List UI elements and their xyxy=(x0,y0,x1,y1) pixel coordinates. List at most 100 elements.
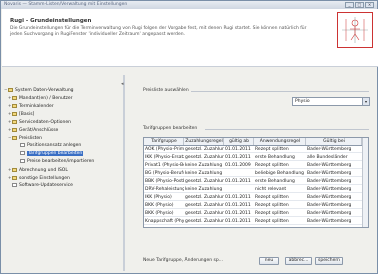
table-row[interactable]: AOK (Physio-Primärkasse) gesetzl. Zuzahl… xyxy=(144,146,368,153)
document-icon xyxy=(20,142,25,147)
cell-gueltig: 01.01.2011 xyxy=(225,211,251,216)
section-divider xyxy=(191,91,369,92)
cell-tarifgruppe: BBK (Physio-Postbeamte) xyxy=(145,179,184,184)
cell-gueltig-bei: Bader-Württemberg xyxy=(307,163,352,168)
preisliste-selected: Physio xyxy=(295,99,310,104)
column-header[interactable]: Gültig bei xyxy=(306,138,362,145)
cell-gueltig: 01.01.2011 xyxy=(225,219,251,224)
tree-item-label: Software-Updateservice xyxy=(19,183,73,188)
cell-gueltig-bei: Bader-Württemberg xyxy=(307,187,352,192)
column-header[interactable]: Anwendungsregel xyxy=(254,138,306,145)
table-row[interactable]: IKK (Physio-Ersatzkasse) gesetzl. Zuzahl… xyxy=(144,154,368,161)
app-window: Novaris — Stamm-Listen/Verwaltung mit Ei… xyxy=(0,0,378,274)
table-header: Tarifgruppe Zuzahlungsregel gültig ab An… xyxy=(144,138,368,146)
cell-gueltig-bei: Bader-Württemberg xyxy=(307,179,352,184)
cell-anwendung: nicht relevant xyxy=(255,187,287,192)
folder-icon xyxy=(12,135,17,140)
collapse-arrow-icon[interactable]: ◂ xyxy=(121,81,124,87)
chevron-down-icon[interactable]: ▾ xyxy=(362,98,369,105)
tree-item-label: Preise bearbeiten/importieren xyxy=(27,159,95,164)
cell-anwendung: erste Behandlung xyxy=(255,155,295,160)
maximize-button[interactable]: □ xyxy=(355,2,364,8)
logo-icon xyxy=(337,12,373,48)
cell-anwendung: Rezept splitten xyxy=(255,195,289,200)
folder-icon xyxy=(12,175,17,180)
tree-item-mandant[interactable]: + Mandant(en) / Benutzer xyxy=(8,94,73,101)
tree-item-preise[interactable]: Preise bearbeiten/importieren xyxy=(16,158,94,165)
tree-item-updateservice[interactable]: Software-Updateservice xyxy=(8,182,73,189)
cell-anwendung: beliebige Behandlung xyxy=(255,171,305,176)
save-button[interactable]: speichern xyxy=(315,257,343,265)
cell-tarifgruppe: Privat1 (Physio-Beihilfe) xyxy=(145,163,184,168)
cell-gueltig-bei: Bader-Württemberg xyxy=(307,203,352,208)
tree-item-tarifgruppen[interactable]: Tarifgruppen bearbeiten xyxy=(16,150,84,157)
tree-item-terminkalender[interactable]: + Terminkalender xyxy=(8,102,54,109)
cancel-button[interactable]: abbrec... xyxy=(285,257,312,265)
table-row[interactable]: IKK (Physio) gesetzl. Zuzahlung 01.01.20… xyxy=(144,194,368,201)
tree-item-servicedaten[interactable]: + Servicedaten-Optionen xyxy=(8,118,71,125)
header-panel: Rugi - Grundeinstellungen Die Grundeinst… xyxy=(2,9,378,67)
panel-splitter[interactable] xyxy=(123,75,125,271)
tree-item-basis[interactable]: + [Basis] xyxy=(8,110,34,117)
cell-gueltig: 01.01.2011 xyxy=(225,179,251,184)
tree-item-sonstige[interactable]: + sonstige Einstellungen xyxy=(8,174,70,181)
close-button[interactable]: × xyxy=(365,2,374,8)
table-scrollbar[interactable] xyxy=(362,138,368,227)
table-row[interactable]: Knappschaft (Physio) gesetzl. Zuzahlung … xyxy=(144,218,368,225)
new-button[interactable]: neu xyxy=(259,257,279,265)
table-row[interactable]: BKK (Physio) gesetzl. Zuzahlung 01.01.20… xyxy=(144,202,368,209)
folder-icon xyxy=(12,95,17,100)
folder-icon xyxy=(12,111,17,116)
cell-gueltig: 01.01.2011 xyxy=(225,155,251,160)
column-header[interactable]: Tarifgruppe xyxy=(144,138,184,145)
folder-icon xyxy=(12,119,17,124)
cell-zuzahlung: keine Zuzahlung xyxy=(185,187,223,192)
document-icon xyxy=(20,158,25,163)
folder-icon xyxy=(12,127,17,132)
table-row[interactable]: DRV-Rehaleistungen keine Zuzahlung nicht… xyxy=(144,186,368,193)
cell-tarifgruppe: Knappschaft (Physio) xyxy=(145,219,184,224)
cell-tarifgruppe: DRV-Rehaleistungen xyxy=(145,187,184,192)
table-row[interactable]: BKK (Physio) gesetzl. Zuzahlung 01.01.20… xyxy=(144,210,368,217)
cell-zuzahlung: gesetzl. Zuzahlung xyxy=(185,211,224,216)
cell-zuzahlung: keine Zuzahlung xyxy=(185,171,223,176)
column-header[interactable]: Zuzahlungsregel xyxy=(184,138,224,145)
window-title: Novaris — Stamm-Listen/Verwaltung mit Ei… xyxy=(4,2,128,7)
tree-item-geraete[interactable]: + Gerät/Anschlüsse xyxy=(8,126,58,133)
cell-anwendung: Rezept splitten xyxy=(255,147,289,152)
cell-zuzahlung: gesetzl. Zuzahlung xyxy=(185,219,224,224)
cell-zuzahlung: gesetzl. Zuzahlung xyxy=(185,179,224,184)
cell-gueltig: 01.01.2011 xyxy=(225,195,251,200)
tree-item-label: Gerät/Anschlüsse xyxy=(19,128,59,133)
section-divider xyxy=(205,129,369,130)
settings-tree: − System Daten-Verwaltung + Mandant(en) / … xyxy=(4,81,122,271)
column-header[interactable]: gültig ab xyxy=(224,138,254,145)
folder-icon xyxy=(12,167,17,172)
cell-gueltig: 01.01.2011 xyxy=(225,203,251,208)
cell-gueltig-bei: Bader-Württemberg xyxy=(307,147,352,152)
cell-zuzahlung: gesetzl. Zuzahlung xyxy=(185,195,224,200)
tree-item-label: System Daten-Verwaltung xyxy=(15,88,74,93)
tree-item-label: [Basis] xyxy=(19,112,35,117)
table-row[interactable]: BBK (Physio-Postbeamte) gesetzl. Zuzahlu… xyxy=(144,178,368,185)
cell-tarifgruppe: IKK (Physio-Ersatzkasse) xyxy=(145,155,184,160)
tree-item-system[interactable]: − System Daten-Verwaltung xyxy=(4,86,74,93)
page-description: Die Grundeinstellungen für die Terminver… xyxy=(10,26,307,37)
table-row[interactable]: Privat1 (Physio-Beihilfe) keine Zuzahlun… xyxy=(144,162,368,169)
cell-zuzahlung: gesetzl. Zuzahlung xyxy=(185,155,224,160)
table-row[interactable]: BG (Physio-Berufsgenossen.) keine Zuzahl… xyxy=(144,170,368,177)
tree-item-preislisten[interactable]: − Preislisten xyxy=(8,134,42,141)
minimize-button[interactable]: _ xyxy=(345,2,354,8)
cell-tarifgruppe: AOK (Physio-Primärkasse) xyxy=(145,147,184,152)
cell-anwendung: Rezept splitten xyxy=(255,211,289,216)
tree-item-label: Mandant(en) / Benutzer xyxy=(19,96,73,101)
preisliste-select[interactable]: Physio ▾ xyxy=(292,97,370,106)
tree-item-positionsansatz[interactable]: Positionsansatz anlegen xyxy=(16,142,81,149)
tree-item-label: Abrechnung und ISOL xyxy=(19,168,68,173)
tree-item-label: Terminkalender xyxy=(19,104,54,109)
cell-gueltig: 01.01.2011 xyxy=(225,147,251,152)
cell-tarifgruppe: BKK (Physio) xyxy=(145,211,174,216)
cell-anwendung: erste Behandlung xyxy=(255,179,295,184)
tarifgruppen-table: Tarifgruppe Zuzahlungsregel gültig ab An… xyxy=(143,137,369,228)
tree-item-abrechnung[interactable]: + Abrechnung und ISOL xyxy=(8,166,68,173)
